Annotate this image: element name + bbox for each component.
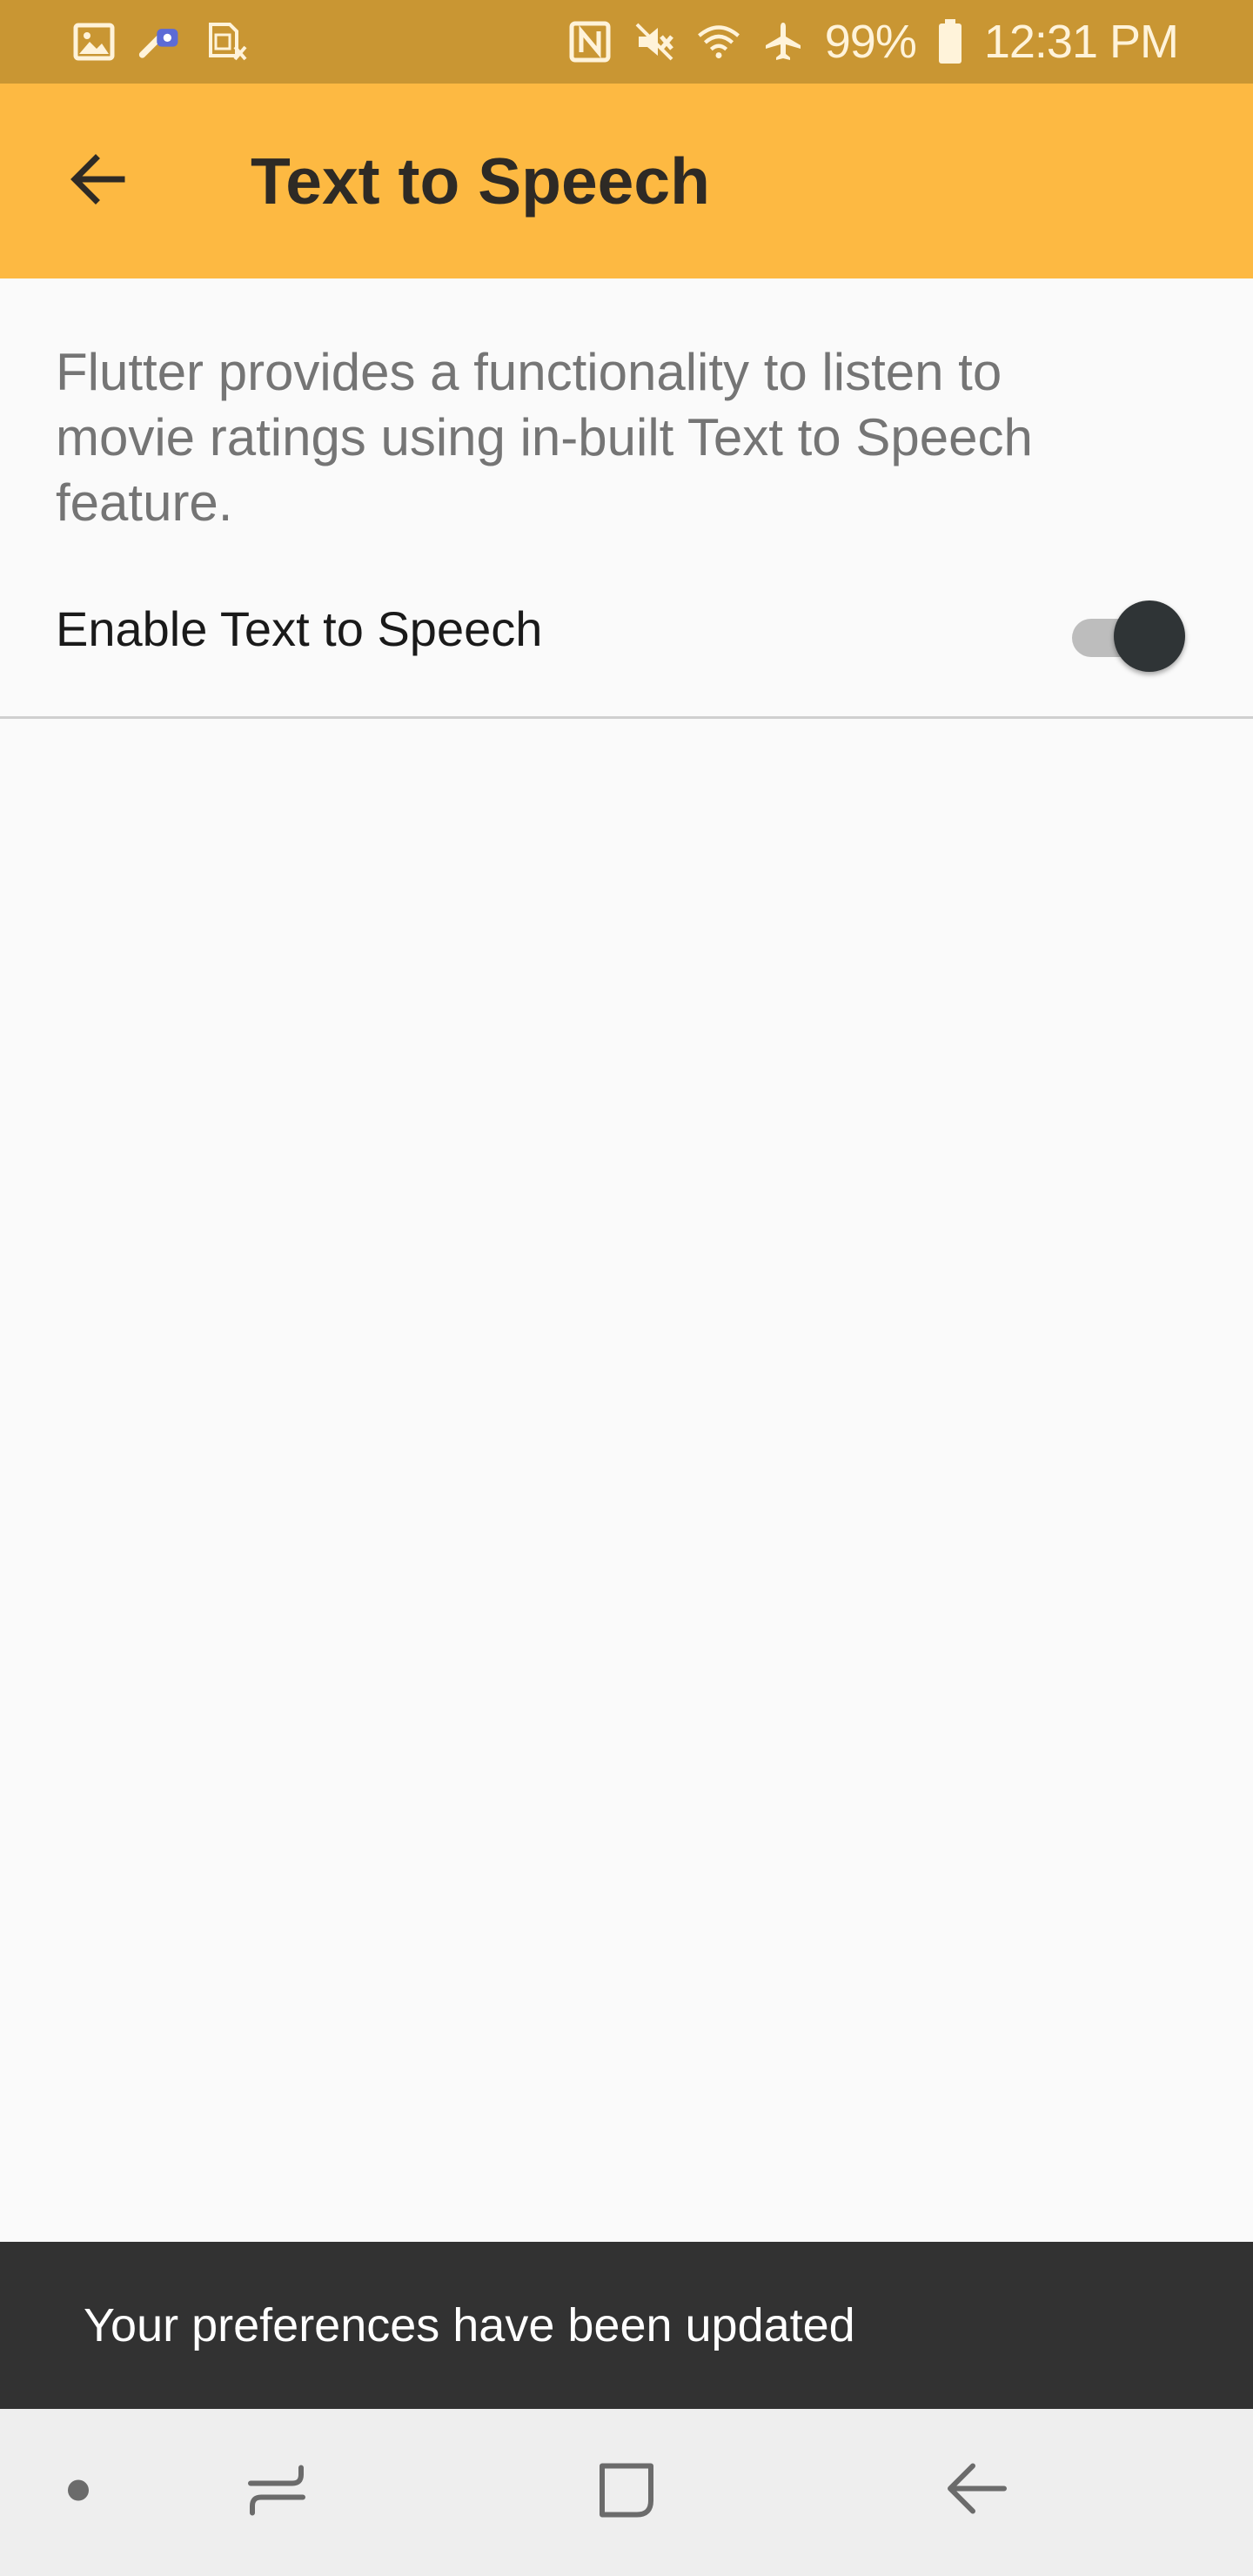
battery-percent: 99% (824, 16, 917, 68)
recent-apps-button[interactable] (242, 2456, 312, 2530)
dot-icon (65, 2478, 91, 2508)
description-text: Flutter provides a functionality to list… (56, 343, 1033, 532)
mute-icon (632, 19, 677, 64)
navigation-bar (0, 2409, 1253, 2576)
snackbar-message: Your preferences have been updated (84, 2299, 855, 2351)
battery-icon (935, 19, 965, 64)
clock: 12:31 PM (983, 16, 1179, 68)
airplane-mode-icon (761, 19, 806, 64)
arrow-back-icon (66, 148, 129, 215)
recent-apps-icon (242, 2456, 312, 2530)
sim-card-icon (204, 19, 249, 64)
page-title: Text to Speech (251, 144, 710, 218)
home-button[interactable] (592, 2456, 661, 2530)
screen: 99% 12:31 PM Text to Speech Flutter prov… (0, 0, 1253, 2576)
enable-tts-setting[interactable]: Enable Text to Speech (0, 574, 1253, 719)
system-back-button[interactable] (941, 2456, 1011, 2530)
status-left-icons (71, 19, 249, 64)
gallery-icon (71, 19, 117, 64)
back-icon (941, 2456, 1011, 2530)
wifi-icon (696, 19, 741, 64)
status-bar: 99% 12:31 PM (0, 0, 1253, 84)
nfc-icon (567, 19, 613, 64)
setting-label: Enable Text to Speech (56, 601, 543, 656)
switch-thumb (1114, 600, 1185, 672)
back-button[interactable] (49, 132, 146, 230)
enable-tts-switch[interactable] (1069, 600, 1187, 674)
app-notification-icon (137, 19, 183, 64)
app-bar: Text to Speech (0, 84, 1253, 278)
status-right-icons: 99% 12:31 PM (567, 16, 1179, 68)
home-icon (592, 2456, 661, 2530)
dot-button[interactable] (65, 2478, 91, 2508)
snackbar: Your preferences have been updated (0, 2242, 1253, 2409)
